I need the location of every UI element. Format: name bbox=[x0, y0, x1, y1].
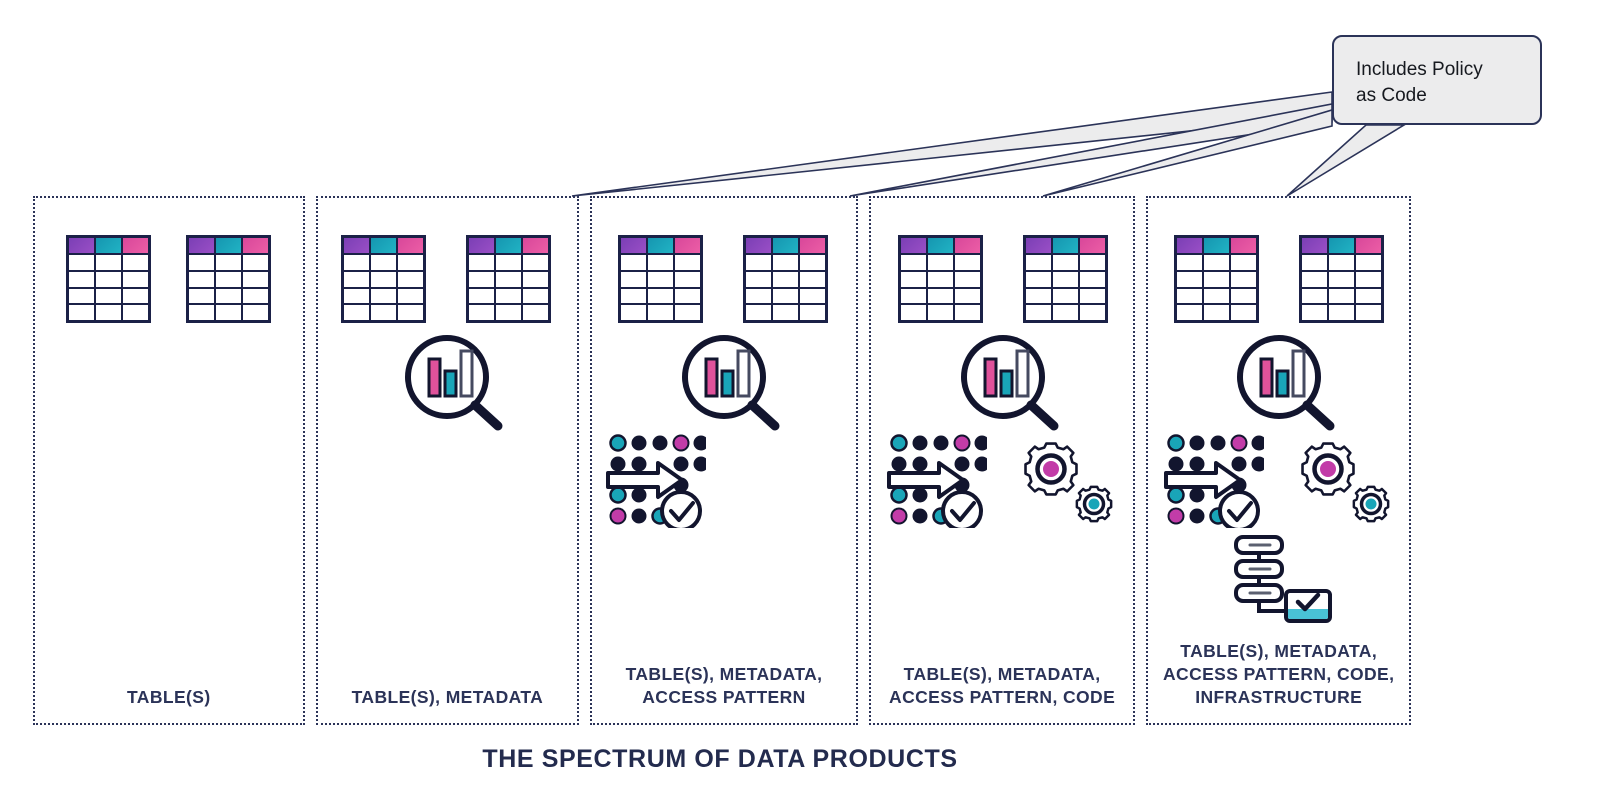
diagram-title: THE SPECTRUM OF DATA PRODUCTS bbox=[482, 745, 958, 773]
spectrum-panel-row: TABLE(S) TABLE(S), METADATA TABLE(S), ME… bbox=[33, 196, 1411, 725]
panel-label: TABLE(S) bbox=[127, 687, 211, 707]
server-stack-icon bbox=[1234, 535, 1285, 603]
magnifier-chart-icon bbox=[960, 335, 1059, 431]
access-pattern-icon bbox=[606, 434, 707, 528]
table-icon bbox=[743, 235, 829, 323]
check-circle-icon bbox=[1218, 490, 1261, 528]
gear-small-icon bbox=[1353, 485, 1390, 523]
panel-label: TABLE(S), METADATA bbox=[351, 687, 544, 707]
check-circle-icon bbox=[660, 490, 703, 528]
gear-small-icon bbox=[1075, 485, 1113, 523]
panel-3-icon-area bbox=[592, 198, 856, 663]
panel-tables-metadata[interactable]: TABLE(S), METADATA bbox=[315, 196, 580, 725]
monitor-check-icon bbox=[1284, 589, 1333, 623]
panel-label: TABLE(S), METADATA, ACCESS PATTERN bbox=[625, 664, 823, 707]
callout-pointer-group bbox=[571, 91, 1407, 197]
panel-tables-metadata-access[interactable]: TABLE(S), METADATA, ACCESS PATTERN bbox=[590, 196, 858, 725]
callout-label: Includes Policy as Code bbox=[1356, 59, 1483, 106]
panel-1-icon-area bbox=[35, 198, 303, 686]
access-pattern-icon bbox=[886, 434, 987, 528]
magnifier-chart-icon bbox=[404, 335, 503, 431]
table-icon bbox=[1299, 235, 1385, 323]
panel-label: TABLE(S), METADATA, ACCESS PATTERN, CODE… bbox=[1163, 641, 1395, 707]
table-icon bbox=[186, 235, 271, 323]
table-icon bbox=[1174, 235, 1260, 323]
infrastructure-icon bbox=[1234, 535, 1333, 623]
magnifier-chart-icon bbox=[1237, 335, 1335, 431]
panel-4-icon-area bbox=[871, 198, 1134, 663]
table-icon bbox=[340, 235, 426, 323]
table-icon bbox=[897, 235, 983, 323]
table-icon bbox=[1022, 235, 1108, 323]
table-icon bbox=[618, 235, 704, 323]
magnifier-chart-icon bbox=[682, 335, 780, 431]
panel-5-icon-area bbox=[1148, 198, 1409, 640]
panel-label: TABLE(S), METADATA, ACCESS PATTERN, CODE bbox=[889, 664, 1116, 707]
panel-tables-metadata-access-code-infra[interactable]: TABLE(S), METADATA, ACCESS PATTERN, CODE… bbox=[1146, 196, 1411, 725]
gears-icon bbox=[1301, 442, 1390, 523]
table-icon bbox=[465, 235, 551, 323]
gears-icon bbox=[1024, 442, 1113, 523]
gear-large-icon bbox=[1024, 442, 1078, 496]
callout-pointer-4 bbox=[1286, 124, 1407, 197]
policy-as-code-callout: Includes Policy as Code bbox=[1332, 35, 1542, 125]
check-circle-icon bbox=[940, 490, 983, 528]
panel-tables[interactable]: TABLE(S) bbox=[33, 196, 305, 725]
panel-tables-metadata-access-code[interactable]: TABLE(S), METADATA, ACCESS PATTERN, CODE bbox=[868, 196, 1136, 725]
panel-2-icon-area bbox=[318, 198, 578, 686]
access-pattern-icon bbox=[1164, 434, 1265, 528]
table-icon bbox=[66, 235, 151, 323]
gear-large-icon bbox=[1301, 442, 1356, 496]
